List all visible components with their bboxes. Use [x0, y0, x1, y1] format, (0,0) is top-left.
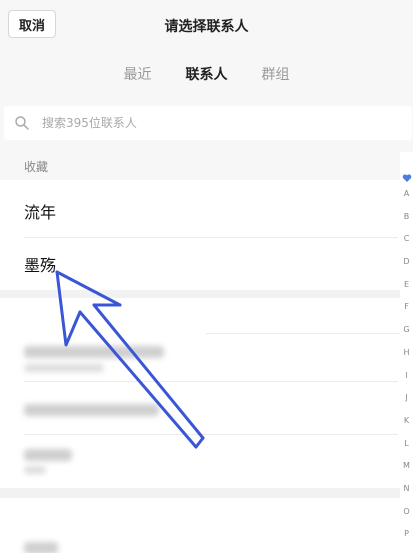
- blurred-name: [24, 449, 72, 461]
- section-header-blurred: [0, 298, 400, 330]
- index-letter[interactable]: I: [400, 365, 413, 388]
- tab-recent[interactable]: 最近: [124, 64, 152, 84]
- index-letter[interactable]: P: [400, 523, 413, 546]
- index-letter[interactable]: O: [400, 501, 413, 524]
- index-letter[interactable]: L: [400, 433, 413, 456]
- contact-row-favorite[interactable]: 流年: [0, 185, 400, 237]
- section-header-favorites: 收藏: [0, 152, 400, 180]
- heart-icon[interactable]: [402, 168, 412, 182]
- tab-groups[interactable]: 群组: [262, 64, 290, 84]
- page-title: 请选择联系人: [164, 19, 249, 35]
- index-letter[interactable]: A: [400, 183, 413, 206]
- index-letter[interactable]: M: [400, 455, 413, 478]
- index-letter[interactable]: N: [400, 478, 413, 501]
- search-box[interactable]: [4, 106, 412, 140]
- index-letter[interactable]: D: [400, 251, 413, 274]
- index-letter[interactable]: B: [400, 206, 413, 229]
- search-icon: [14, 115, 30, 131]
- index-letter[interactable]: K: [400, 410, 413, 433]
- blurred-name: [24, 346, 164, 358]
- index-letter[interactable]: F: [400, 296, 413, 319]
- section-separator: [0, 290, 400, 298]
- index-letter[interactable]: H: [400, 342, 413, 365]
- row-divider: [206, 333, 400, 334]
- index-letter[interactable]: G: [400, 319, 413, 342]
- blurred-name: [24, 404, 159, 416]
- section-separator: [0, 488, 400, 498]
- index-letter[interactable]: C: [400, 228, 413, 251]
- tab-bar: 最近 联系人 群组: [0, 52, 413, 96]
- search-area: [0, 96, 413, 152]
- search-input[interactable]: [40, 115, 374, 131]
- contact-row-favorite[interactable]: 墨殇: [0, 238, 400, 290]
- blurred-subtitle: [24, 466, 46, 474]
- blurred-name: [24, 542, 58, 553]
- contact-row-blurred[interactable]: [0, 530, 400, 553]
- alphabet-index[interactable]: A B C D E F G H I J K L M N O P: [400, 168, 413, 546]
- section-header-blurred: [0, 498, 400, 530]
- blurred-subtitle: [24, 364, 104, 372]
- tab-contacts[interactable]: 联系人: [186, 64, 228, 84]
- contact-row-blurred[interactable]: [0, 435, 400, 487]
- contact-row-blurred[interactable]: [0, 330, 400, 380]
- navigation-bar: 取消 请选择联系人: [0, 0, 413, 52]
- index-letter[interactable]: E: [400, 274, 413, 297]
- contact-picker-screen: 取消 请选择联系人 最近 联系人 群组 收藏 流年 墨殇: [0, 0, 413, 553]
- contact-row-blurred[interactable]: [0, 382, 400, 434]
- index-letter[interactable]: J: [400, 387, 413, 410]
